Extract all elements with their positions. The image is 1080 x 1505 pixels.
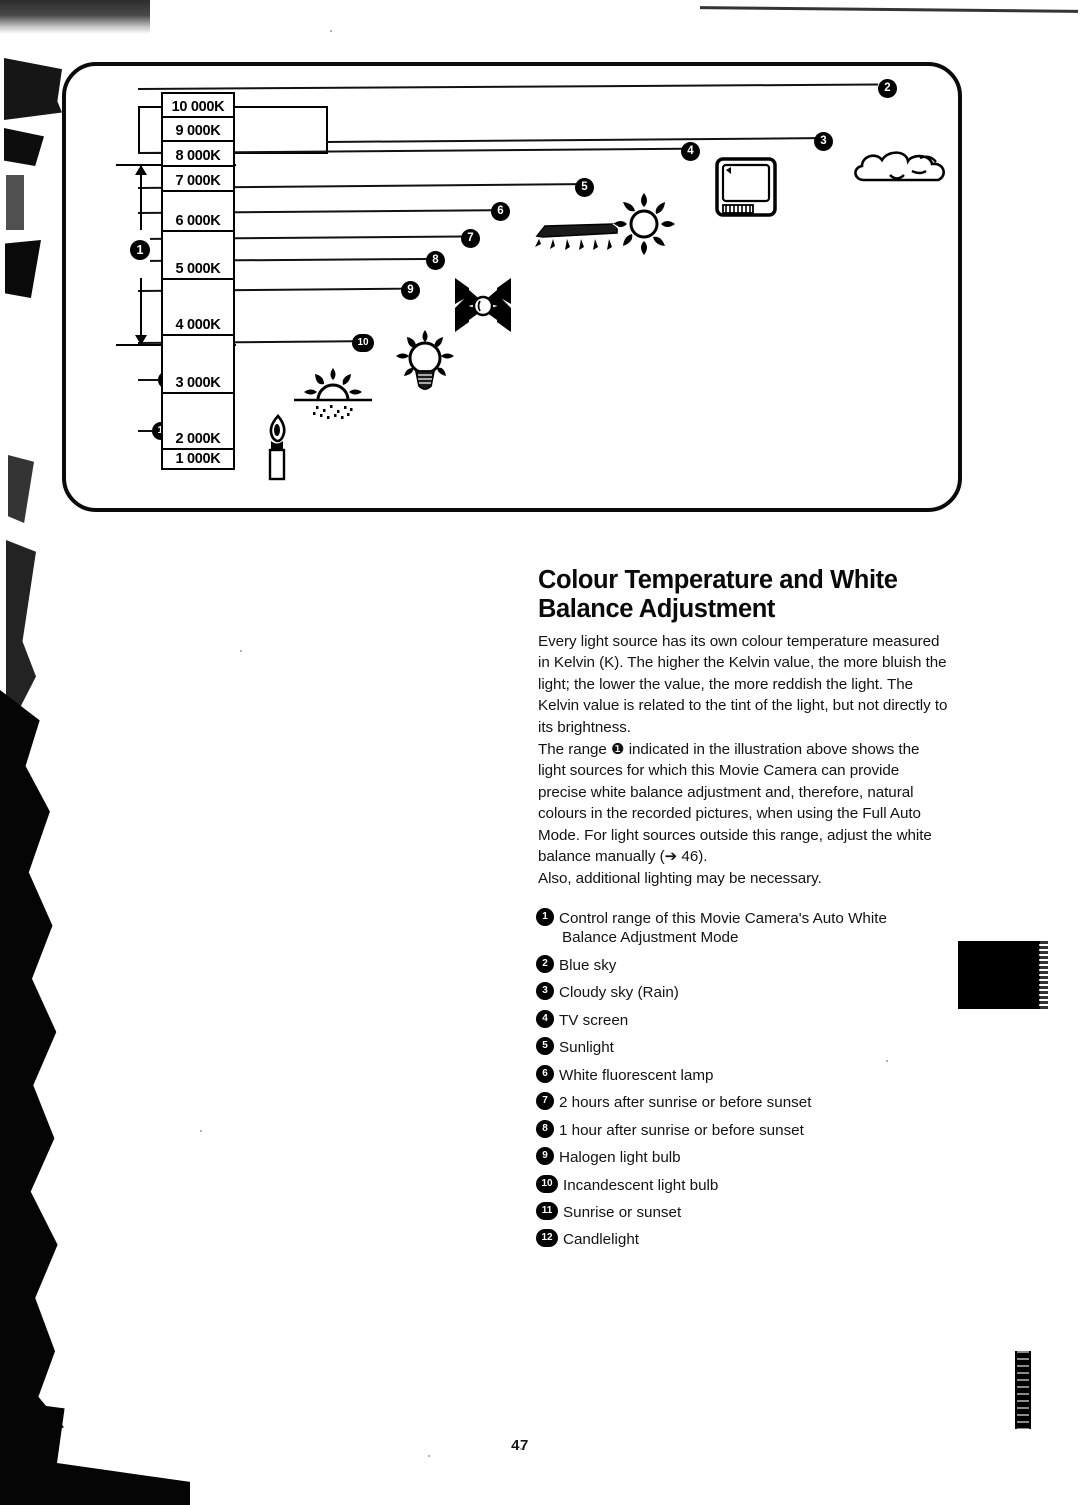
legend-badge-9: 9 bbox=[536, 1147, 554, 1166]
legend-text-2: Blue sky bbox=[559, 956, 617, 974]
leader-line-3 bbox=[325, 137, 816, 143]
fluorescent-lamp-icon bbox=[535, 223, 621, 250]
legend-badge-5: 5 bbox=[536, 1037, 554, 1056]
legend-badge-4: 4 bbox=[536, 1009, 554, 1028]
legend-text-9: Halogen light bulb bbox=[559, 1149, 681, 1167]
legend-badge-2: 2 bbox=[536, 954, 554, 973]
legend-text-line1: Control range of this Movie Camera's Aut… bbox=[559, 910, 887, 927]
legend-text-line2: Balance Adjustment Mode bbox=[562, 929, 739, 947]
scale-row: 8 000K bbox=[163, 142, 233, 167]
list-item: 3 Cloudy sky (Rain) bbox=[536, 982, 956, 1002]
legend-badge-1: 1 bbox=[536, 908, 554, 926]
list-item: 10 Incandescent light bulb bbox=[536, 1174, 956, 1195]
scale-row: 7 000K bbox=[163, 167, 233, 192]
legend-text-12: Candlelight bbox=[563, 1231, 639, 1249]
scale-row: 2 000K bbox=[163, 394, 233, 450]
callout-badge-10: 10 bbox=[352, 334, 374, 352]
scale-row: 4 000K bbox=[163, 280, 233, 336]
leader-line-2 bbox=[137, 83, 878, 90]
light-bulb-icon bbox=[396, 330, 454, 390]
scan-artifact-left-3 bbox=[6, 175, 24, 230]
scanned-page: 2 3 4 5 6 7 8 9 10 11 12 bbox=[0, 0, 1080, 1505]
legend-text-11: Sunrise or sunset bbox=[563, 1203, 682, 1221]
article: Colour Temperature and White Balance Adj… bbox=[538, 566, 950, 890]
scan-artifact-left-1 bbox=[4, 58, 62, 120]
scan-speck bbox=[200, 1130, 202, 1132]
range-badge-1: 1 bbox=[130, 240, 150, 260]
tv-screen-icon bbox=[715, 157, 777, 217]
legend-badge-3: 3 bbox=[536, 982, 554, 1001]
scan-artifact-left-5 bbox=[8, 455, 34, 523]
leader-line-11 bbox=[138, 379, 158, 381]
scale-row: 5 000K bbox=[163, 232, 233, 280]
legend-text-3: Cloudy sky (Rain) bbox=[559, 984, 679, 1002]
legend-list: 1 Control range of this Movie Camera's A… bbox=[536, 908, 956, 1257]
legend-text-8: 1 hour after sunrise or before sunset bbox=[559, 1121, 804, 1139]
article-paragraph-1: Every light source has its own colour te… bbox=[538, 632, 948, 736]
scan-speck bbox=[428, 1455, 430, 1457]
list-item: 11 Sunrise or sunset bbox=[536, 1201, 956, 1222]
scan-artifact-top-left bbox=[0, 0, 150, 34]
scan-artifact-left-4 bbox=[5, 240, 41, 298]
scale-row: 9 000K bbox=[163, 118, 233, 142]
legend-text-4: TV screen bbox=[559, 1011, 629, 1029]
scale-row: 10 000K bbox=[163, 94, 233, 118]
legend-badge-6: 6 bbox=[536, 1064, 554, 1083]
legend-text-10: Incandescent light bulb bbox=[563, 1176, 719, 1194]
cloud-icon bbox=[854, 151, 945, 182]
legend-text-6: White fluorescent lamp bbox=[559, 1066, 714, 1084]
sunrise-sunset-icon bbox=[294, 368, 372, 419]
callout-badge-7: 7 bbox=[461, 229, 480, 248]
list-item: 4 TV screen bbox=[536, 1009, 956, 1030]
scale-row: 1 000K bbox=[175, 451, 221, 467]
scan-speck bbox=[240, 650, 242, 652]
callout-badge-4: 4 bbox=[681, 142, 700, 161]
list-item: 8 1 hour after sunrise or before sunset bbox=[536, 1119, 956, 1140]
page-number: 47 bbox=[511, 1437, 529, 1454]
scan-artifact-top-line bbox=[699, 6, 1079, 13]
legend-text-5: Sunlight bbox=[559, 1039, 614, 1057]
article-paragraph-3: Also, additional lighting may be necessa… bbox=[538, 869, 822, 887]
scan-artifact-left-mass bbox=[0, 690, 64, 1450]
article-paragraph-2: The range ❶ indicated in the illustratio… bbox=[538, 740, 932, 866]
callout-badge-3: 3 bbox=[814, 132, 833, 151]
scale-row: 3 000K bbox=[163, 336, 233, 394]
candle-icon bbox=[268, 414, 286, 481]
callout-badge-5: 5 bbox=[575, 178, 594, 197]
callout-badge-2: 2 bbox=[878, 79, 897, 98]
list-item: 7 2 hours after sunrise or before sunset bbox=[536, 1092, 956, 1112]
scan-speck bbox=[330, 30, 332, 32]
callout-badge-9: 9 bbox=[401, 281, 420, 300]
legend-badge-8: 8 bbox=[536, 1119, 554, 1138]
list-item: 1 Control range of this Movie Camera's A… bbox=[536, 908, 956, 948]
legend-badge-12: 12 bbox=[536, 1229, 558, 1248]
list-item: 2 Blue sky bbox=[536, 954, 956, 975]
thumb-index-bar bbox=[1015, 1351, 1031, 1429]
scan-artifact-left-2 bbox=[4, 128, 44, 166]
legend-text-1: Control range of this Movie Camera's Aut… bbox=[559, 908, 887, 948]
thumb-index-mark bbox=[958, 941, 1048, 1009]
list-item: 12 Candlelight bbox=[536, 1229, 956, 1249]
legend-text-7: 2 hours after sunrise or before sunset bbox=[559, 1094, 812, 1112]
list-item: 9 Halogen light bulb bbox=[536, 1147, 956, 1167]
studio-light-icon bbox=[455, 278, 511, 332]
legend-badge-7: 7 bbox=[536, 1092, 554, 1111]
list-item: 6 White fluorescent lamp bbox=[536, 1064, 956, 1085]
legend-badge-11: 11 bbox=[536, 1201, 558, 1220]
legend-badge-10: 10 bbox=[536, 1174, 558, 1193]
leader-line-12 bbox=[138, 430, 152, 432]
page-number-container: 47 bbox=[0, 1437, 1080, 1454]
callout-badge-6: 6 bbox=[491, 202, 510, 221]
page-title: Colour Temperature and White Balance Adj… bbox=[538, 566, 898, 624]
colour-temperature-illustration: 2 3 4 5 6 7 8 9 10 11 12 bbox=[62, 62, 962, 512]
scale-row: 6 000K bbox=[163, 192, 233, 232]
list-item: 5 Sunlight bbox=[536, 1037, 956, 1057]
kelvin-scale: 10 000K 9 000K 8 000K 7 000K 6 000K 5 00… bbox=[161, 92, 235, 470]
callout-badge-8: 8 bbox=[426, 251, 445, 270]
